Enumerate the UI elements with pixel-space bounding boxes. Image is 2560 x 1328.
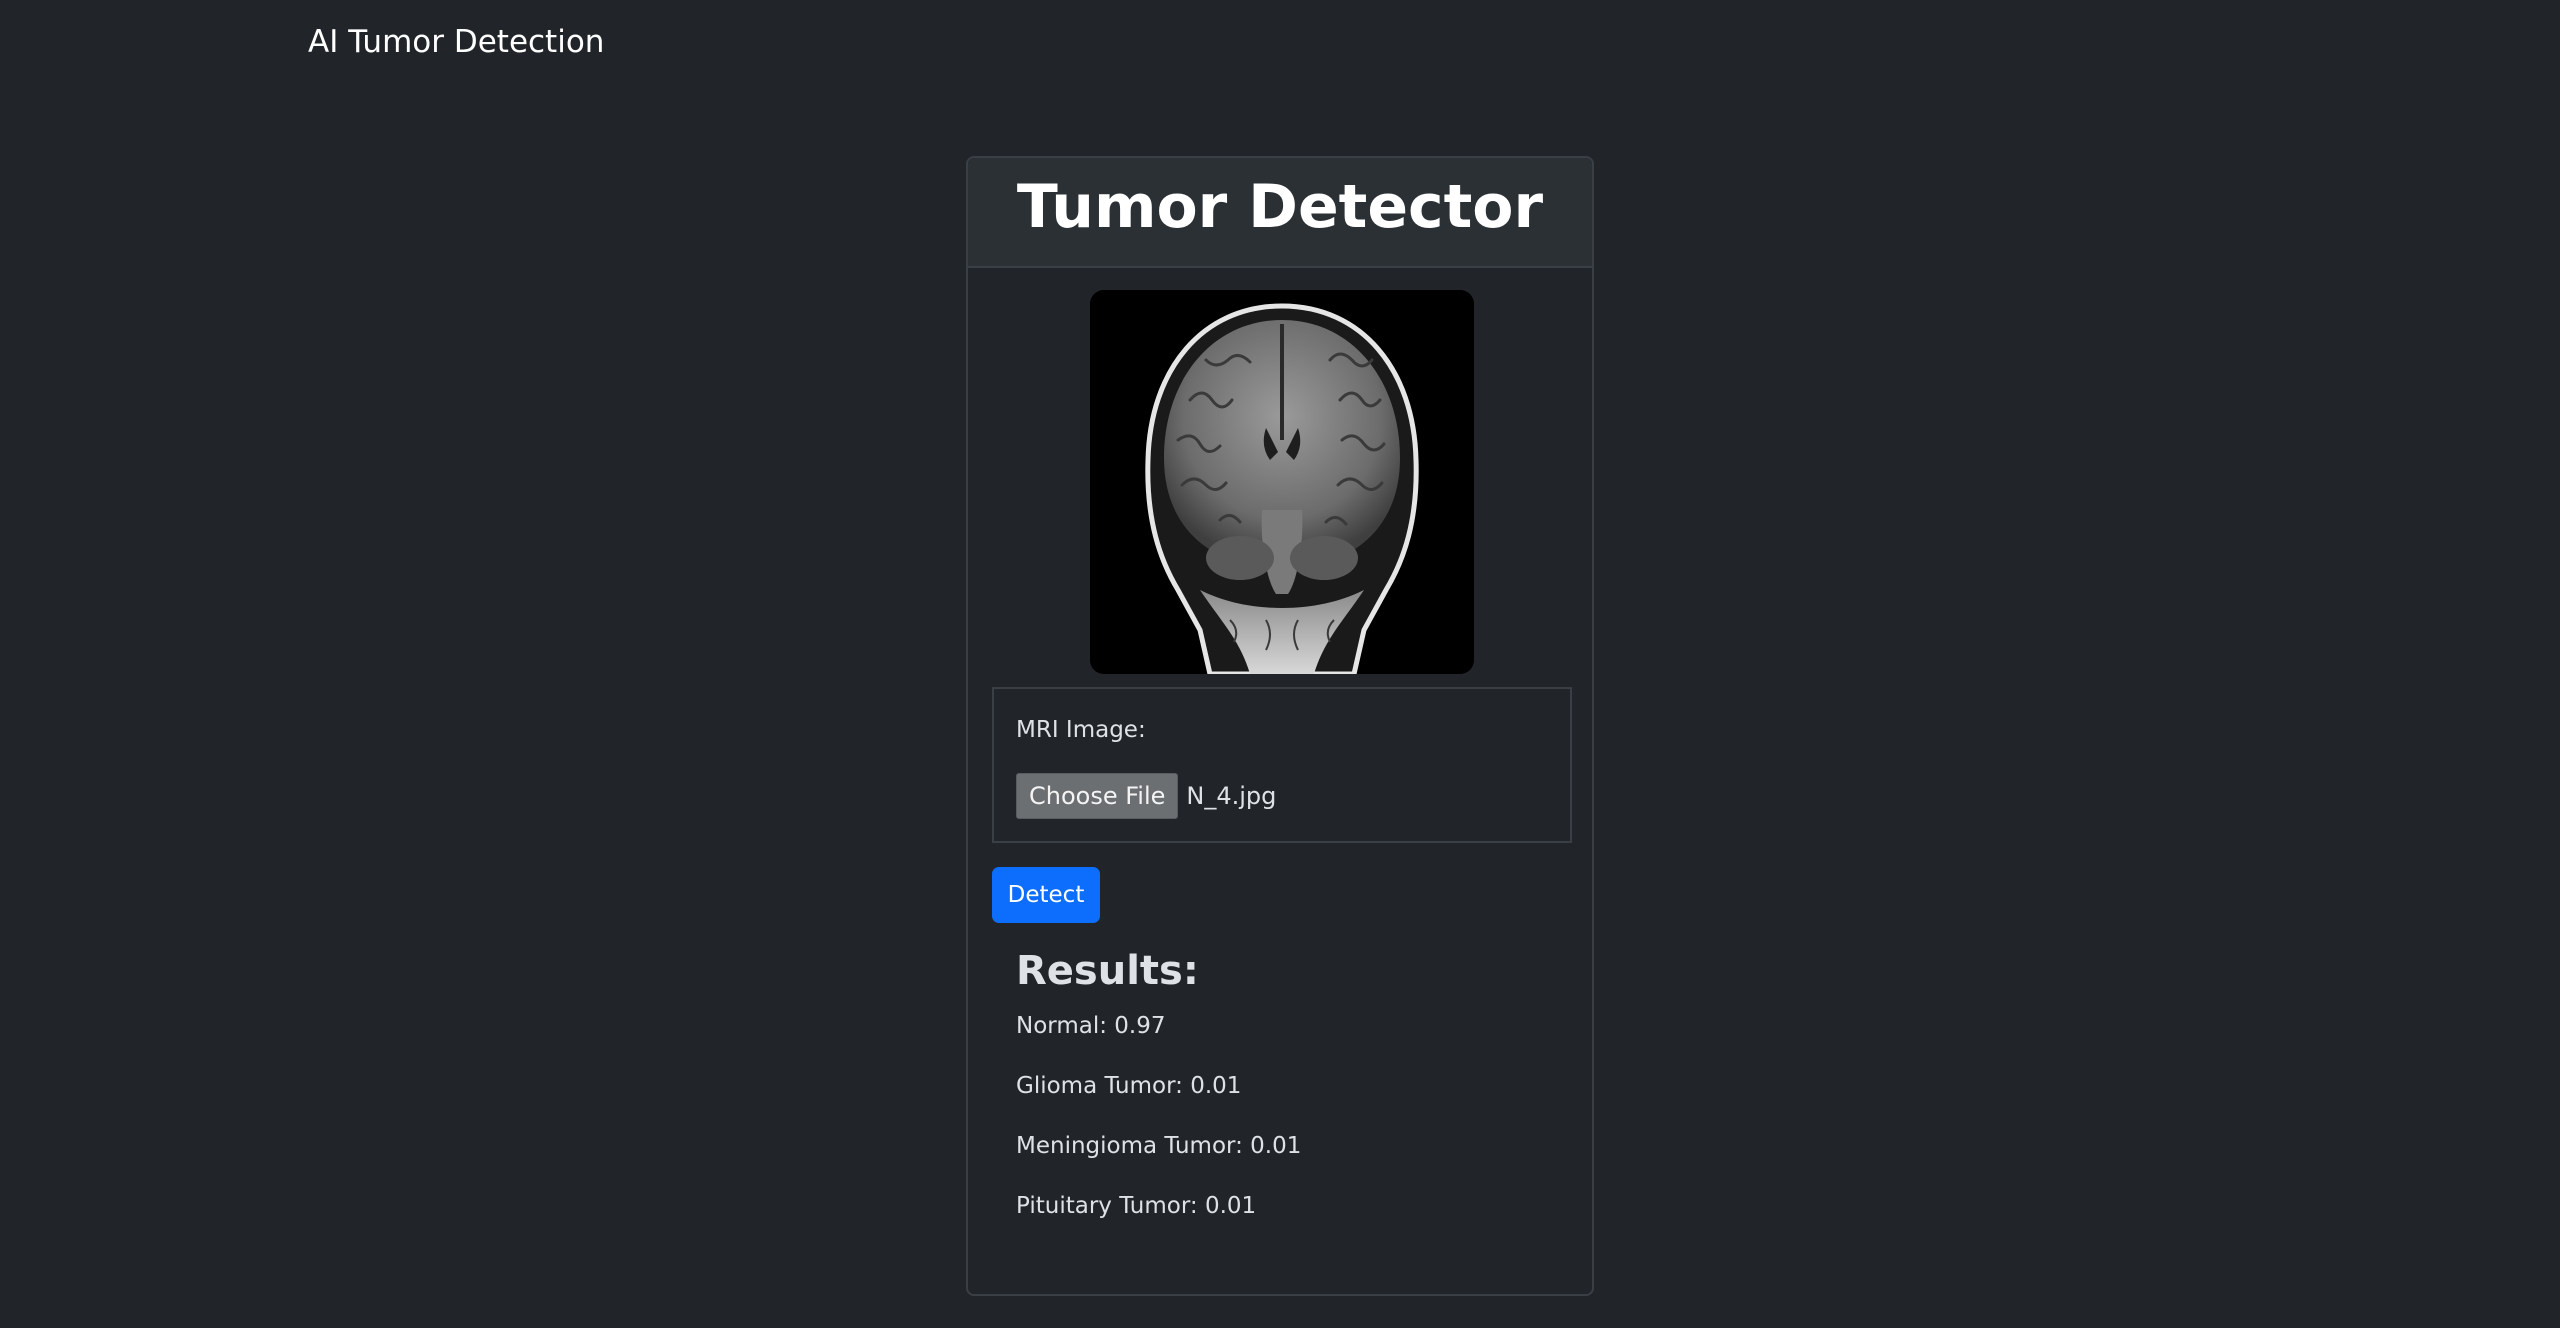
file-input[interactable]: Choose File N_4.jpg [1016, 773, 1276, 819]
result-pituitary-tumor: Pituitary Tumor: 0.01 [1016, 1193, 1257, 1219]
mri-preview-image [1090, 290, 1474, 674]
selected-file-name: N_4.jpg [1186, 782, 1277, 810]
upload-form: MRI Image: Choose File N_4.jpg [992, 687, 1572, 843]
result-normal: Normal: 0.97 [1016, 1013, 1166, 1039]
brain-mri-scan-image [1090, 290, 1474, 674]
page-title: Tumor Detector [1016, 172, 1544, 242]
result-glioma-tumor: Glioma Tumor: 0.01 [1016, 1073, 1242, 1099]
navbar: AI Tumor Detection [0, 0, 2560, 90]
detect-button[interactable]: Detect [992, 867, 1100, 923]
navbar-brand-link[interactable]: AI Tumor Detection [308, 24, 604, 60]
card-header: Tumor Detector [968, 158, 1592, 268]
choose-file-button[interactable]: Choose File [1016, 773, 1179, 819]
detector-card: Tumor Detector MRI Image: Choose File N_… [966, 156, 1594, 1296]
results-heading: Results: [1016, 948, 1199, 994]
mri-image-label: MRI Image: [1016, 717, 1146, 743]
result-meningioma-tumor: Meningioma Tumor: 0.01 [1016, 1133, 1302, 1159]
